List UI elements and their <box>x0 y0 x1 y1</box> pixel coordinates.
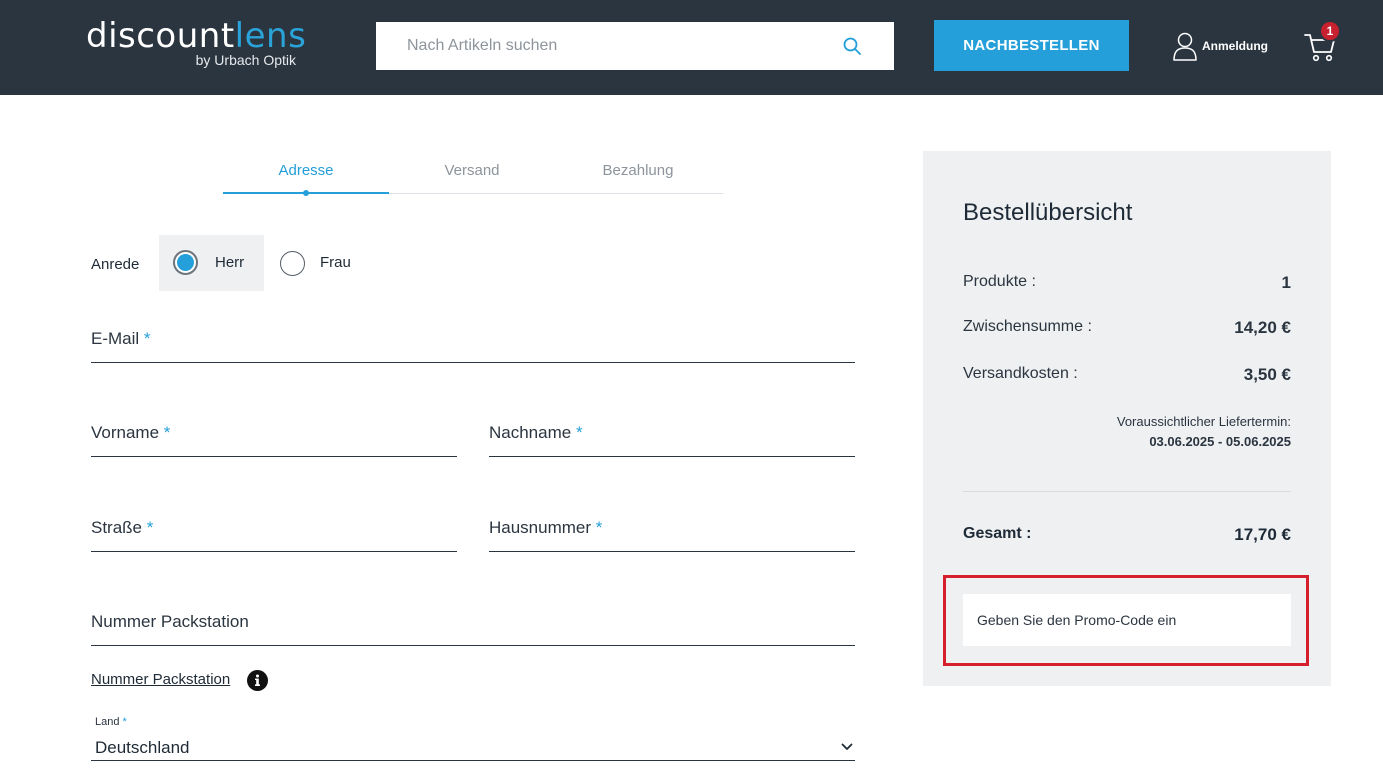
summary-total-value: 17,70 € <box>1234 525 1291 544</box>
summary-subtotal-label: Zwischensumme : <box>963 318 1092 335</box>
email-field[interactable]: E-Mail * <box>91 322 855 363</box>
login-link[interactable]: Anmeldung <box>1172 30 1268 62</box>
packstation-link[interactable]: Nummer Packstation <box>91 671 230 688</box>
chevron-down-icon <box>841 743 853 750</box>
summary-products-label: Produkte : <box>963 273 1036 290</box>
step-payment[interactable]: Bezahlung <box>555 162 721 179</box>
delivery-dates: 03.06.2025 - 05.06.2025 <box>1149 434 1291 449</box>
housenumber-label-text: Hausnummer <box>489 518 592 537</box>
summary-shipping-value: 3,50 € <box>1243 365 1291 384</box>
required-marker: * <box>122 716 127 728</box>
lastname-label: Nachname * <box>489 423 583 443</box>
promo-code-input[interactable] <box>963 594 1291 646</box>
radio-herr-label: Herr <box>215 254 245 271</box>
required-marker: * <box>146 518 154 537</box>
step-address[interactable]: Adresse <box>223 162 389 179</box>
radio-frau-label[interactable]: Frau <box>320 254 351 271</box>
housenumber-field[interactable]: Hausnummer * <box>489 511 855 552</box>
email-label-text: E-Mail <box>91 329 140 348</box>
firstname-label: Vorname * <box>91 423 170 443</box>
street-label: Straße * <box>91 518 153 538</box>
street-field[interactable]: Straße * <box>91 511 457 552</box>
summary-products-value: 1 <box>1281 273 1291 292</box>
radio-frau[interactable] <box>280 251 305 276</box>
salutation-label: Anrede <box>91 256 140 273</box>
summary-subtotal-value: 14,20 € <box>1234 318 1291 337</box>
packstation-label: Nummer Packstation <box>91 612 249 631</box>
required-marker: * <box>143 329 151 348</box>
housenumber-label: Hausnummer * <box>489 518 602 538</box>
lastname-label-text: Nachname <box>489 423 572 442</box>
country-label-text: Land <box>95 716 120 728</box>
checkout-steps: Adresse Versand Bezahlung <box>223 150 723 196</box>
logo-subtitle: by Urbach Optik <box>195 52 296 68</box>
logo-wordmark: discountlens <box>86 16 306 56</box>
user-icon <box>1173 32 1197 61</box>
summary-row-shipping: Versandkosten : 3,50 € <box>963 365 1291 389</box>
steps-active-dot <box>303 190 309 196</box>
search-input[interactable] <box>376 22 836 70</box>
search-icon[interactable] <box>842 36 862 56</box>
search-bar <box>376 22 894 70</box>
email-label: E-Mail * <box>91 329 151 349</box>
required-marker: * <box>575 423 583 442</box>
country-value: Deutschland <box>95 738 190 757</box>
firstname-field[interactable]: Vorname * <box>91 416 457 457</box>
site-header: discountlens by Urbach Optik NACHBESTELL… <box>0 0 1383 95</box>
lastname-field[interactable]: Nachname * <box>489 416 855 457</box>
step-shipping[interactable]: Versand <box>389 162 555 179</box>
street-label-text: Straße <box>91 518 143 537</box>
cart-button[interactable]: 1 <box>1304 20 1344 62</box>
required-marker: * <box>595 518 603 537</box>
summary-title: Bestellübersicht <box>963 199 1133 226</box>
summary-shipping-label: Versandkosten : <box>963 365 1078 382</box>
cart-count-badge: 1 <box>1319 20 1341 42</box>
logo-main-text: discount <box>86 16 235 56</box>
country-label: Land * <box>95 716 127 728</box>
login-label: Anmeldung <box>1202 39 1268 53</box>
packstation-field[interactable]: Nummer Packstation <box>91 605 855 646</box>
delivery-label: Voraussichtlicher Liefertermin: <box>1116 414 1291 429</box>
summary-total-label: Gesamt : <box>963 525 1032 542</box>
summary-row-subtotal: Zwischensumme : 14,20 € <box>963 318 1291 342</box>
info-icon[interactable] <box>247 670 268 691</box>
summary-row-products: Produkte : 1 <box>963 273 1291 297</box>
reorder-button[interactable]: NACHBESTELLEN <box>934 20 1129 71</box>
radio-herr-option[interactable]: Herr <box>159 235 264 291</box>
summary-divider <box>963 491 1291 492</box>
country-select[interactable]: Deutschland <box>91 734 855 761</box>
logo[interactable]: discountlens by Urbach Optik <box>86 16 306 72</box>
radio-herr[interactable] <box>173 250 198 275</box>
logo-accent-text: lens <box>234 16 307 56</box>
delivery-estimate: Voraussichtlicher Liefertermin: 03.06.20… <box>1117 412 1291 452</box>
summary-row-total: Gesamt : 17,70 € <box>963 525 1291 549</box>
required-marker: * <box>163 423 171 442</box>
firstname-label-text: Vorname <box>91 423 160 442</box>
